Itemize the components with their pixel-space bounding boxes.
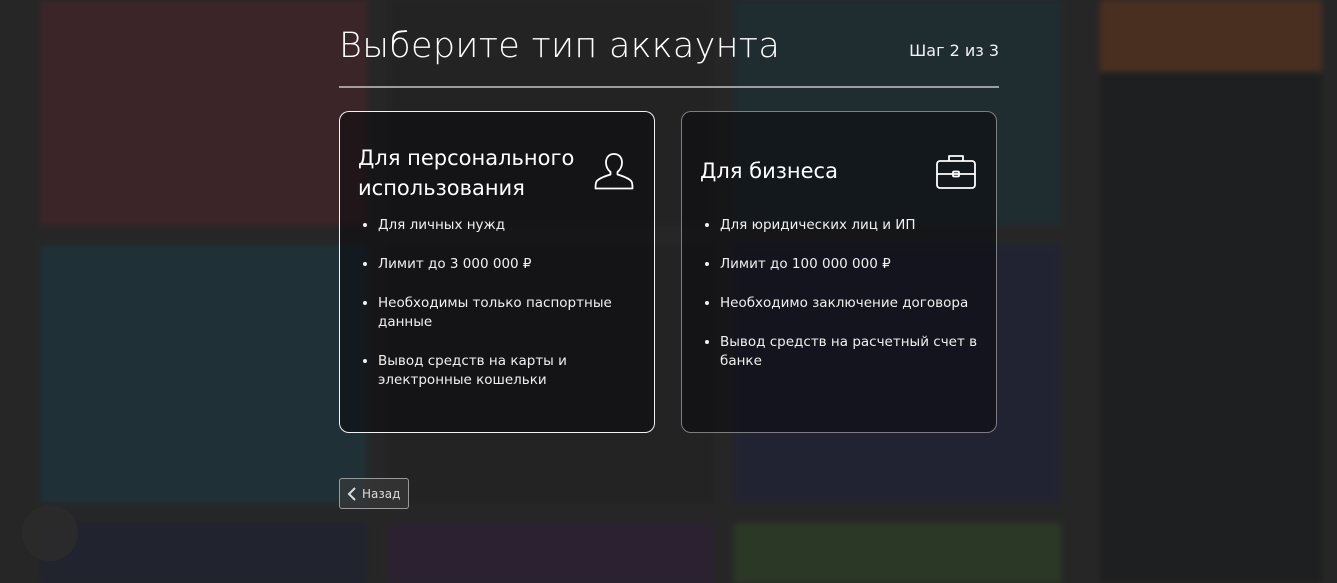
- card-title: Для персонального использования: [358, 146, 575, 200]
- modal-header: Выберите тип аккаунта Шаг 2 из 3: [339, 26, 999, 88]
- chevron-left-icon: [347, 486, 356, 501]
- page-title: Выберите тип аккаунта: [339, 26, 781, 66]
- user-icon: [594, 153, 634, 190]
- back-button-label: Назад: [362, 486, 401, 501]
- list-item: Необходимы только паспортные данные: [378, 294, 638, 332]
- feature-list: Для юридических лиц и ИП Лимит до 100 00…: [702, 216, 980, 391]
- feature-list: Для личных нужд Лимит до 3 000 000 ₽ Нео…: [360, 216, 638, 410]
- step-indicator: Шаг 2 из 3: [909, 41, 999, 60]
- business-account-card[interactable]: Для бизнеса Для юридических лиц и ИП Лим…: [681, 111, 997, 433]
- list-item: Лимит до 3 000 000 ₽: [378, 255, 638, 274]
- list-item: Вывод средств на расчетный счет в банке: [720, 333, 980, 371]
- list-item: Для юридических лиц и ИП: [720, 216, 980, 235]
- chat-bubble[interactable]: [22, 505, 78, 561]
- list-item: Для личных нужд: [378, 216, 638, 235]
- account-type-modal: Выберите тип аккаунта Шаг 2 из 3 Для пер…: [339, 0, 999, 583]
- list-item: Вывод средств на карты и электронные кош…: [378, 352, 638, 390]
- card-title: Для бизнеса: [700, 159, 838, 183]
- back-button[interactable]: Назад: [339, 478, 409, 509]
- personal-account-card[interactable]: Для персонального использования Для личн…: [339, 111, 655, 433]
- list-item: Лимит до 100 000 000 ₽: [720, 255, 980, 274]
- briefcase-icon: [936, 155, 976, 189]
- list-item: Необходимо заключение договора: [720, 294, 980, 313]
